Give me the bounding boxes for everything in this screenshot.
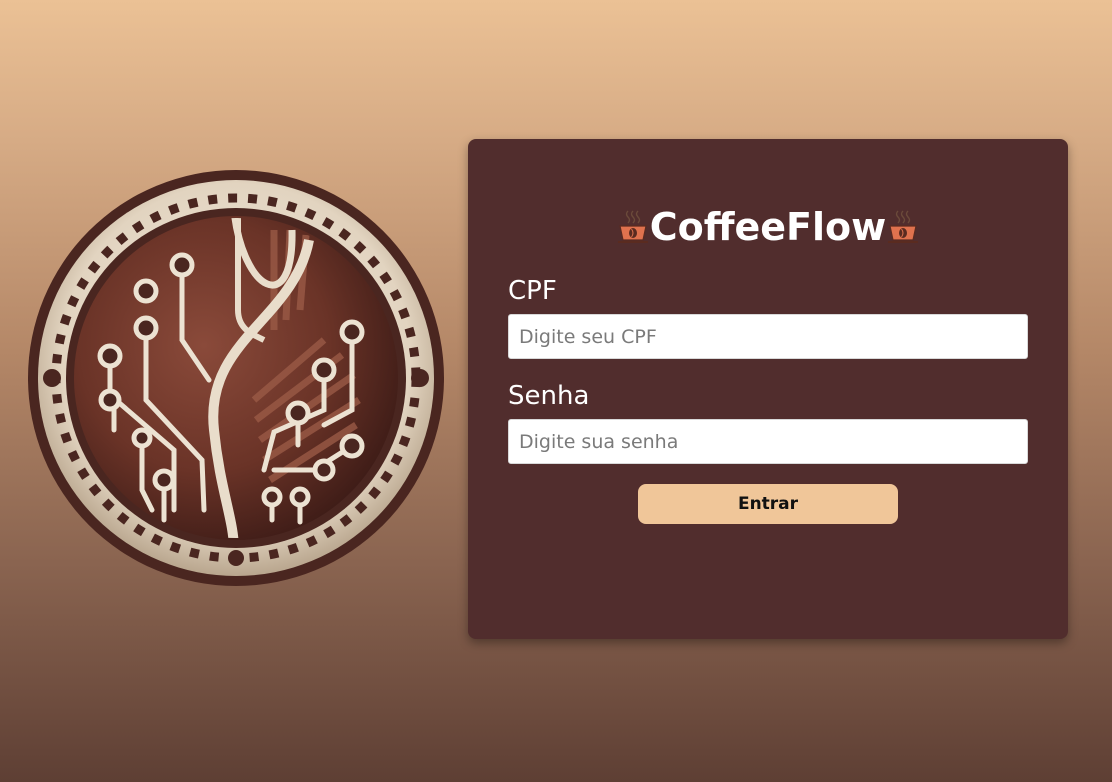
app-title-text: CoffeeFlow [649,205,887,249]
cpf-label: CPF [508,276,557,306]
cpf-input[interactable] [508,314,1028,359]
password-input[interactable] [508,419,1028,464]
login-card: CoffeeFlow CPF Senha Entrar [468,139,1068,639]
coffee-cup-icon [617,210,648,243]
app-title: CoffeeFlow [468,205,1068,249]
password-label: Senha [508,381,590,411]
coffee-cup-icon [888,210,919,243]
login-button[interactable]: Entrar [638,484,898,524]
coffee-bean-circuit-logo [28,170,444,586]
